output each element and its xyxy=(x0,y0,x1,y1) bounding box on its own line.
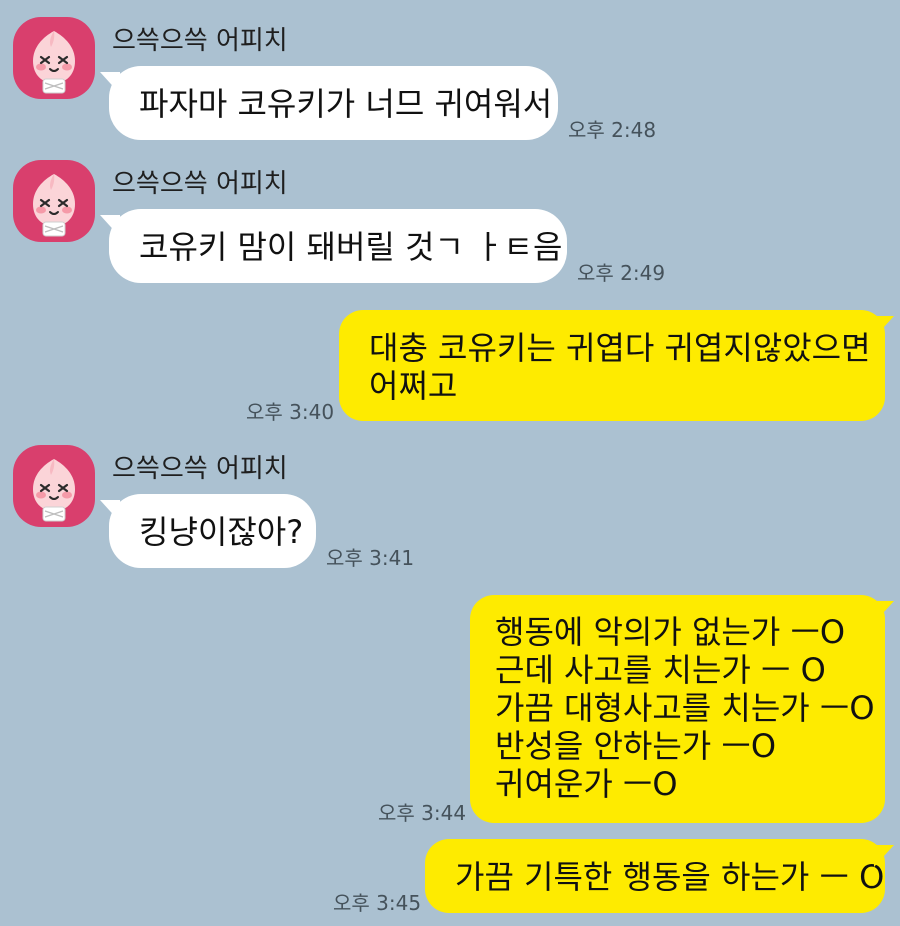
message-bubble[interactable]: 대충 코유키는 귀엽다 귀엽지않았으면 어쩌고 xyxy=(339,310,894,421)
message-time: 오후 3:45 xyxy=(333,891,422,915)
sender-avatar[interactable] xyxy=(13,160,95,242)
message-line: 대충 코유키는 귀엽다 귀엽지않았으면 xyxy=(369,329,871,367)
message-line: 가끔 대형사고를 치는가 ㅡO xyxy=(495,689,875,727)
sender-name: 으쓱으쓱 어피치 xyxy=(112,169,288,199)
message-bubble[interactable]: 파자마 코유키가 너므 귀여워서 xyxy=(100,66,558,140)
apeach-face-icon xyxy=(13,17,95,99)
message-time: 오후 2:49 xyxy=(577,261,666,285)
message-time: 오후 2:48 xyxy=(568,118,657,142)
sender-avatar[interactable] xyxy=(13,17,95,99)
message-line: 행동에 악의가 없는가 ㅡO xyxy=(495,613,846,651)
message-line: 반성을 안하는가 ㅡO xyxy=(495,727,777,765)
sender-avatar[interactable] xyxy=(13,445,95,527)
message-time: 오후 3:41 xyxy=(326,546,415,570)
message-time: 오후 3:44 xyxy=(378,801,467,825)
message-line: 어쩌고 xyxy=(369,367,458,405)
sender-name: 으쓱으쓱 어피치 xyxy=(112,26,288,56)
message-line: 근데 사고를 치는가 ㅡ O xyxy=(495,651,826,689)
apeach-face-icon xyxy=(13,160,95,242)
message-bubble[interactable]: 가끔 기특한 행동을 하는가 ㅡ O xyxy=(425,839,894,913)
message-bubble[interactable]: 킹냥이잖아? xyxy=(100,494,316,568)
sender-name: 으쓱으쓱 어피치 xyxy=(112,454,288,484)
message-bubble[interactable]: 행동에 악의가 없는가 ㅡO 근데 사고를 치는가 ㅡ O 가끔 대형사고를 치… xyxy=(470,595,894,823)
message-bubble[interactable]: 코유키 맘이 돼버릴 것ㄱ ㅏㅌ음 xyxy=(100,209,567,283)
apeach-face-icon xyxy=(13,445,95,527)
message-line: 귀여운가 ㅡO xyxy=(495,765,678,803)
message-time: 오후 3:40 xyxy=(246,400,335,424)
